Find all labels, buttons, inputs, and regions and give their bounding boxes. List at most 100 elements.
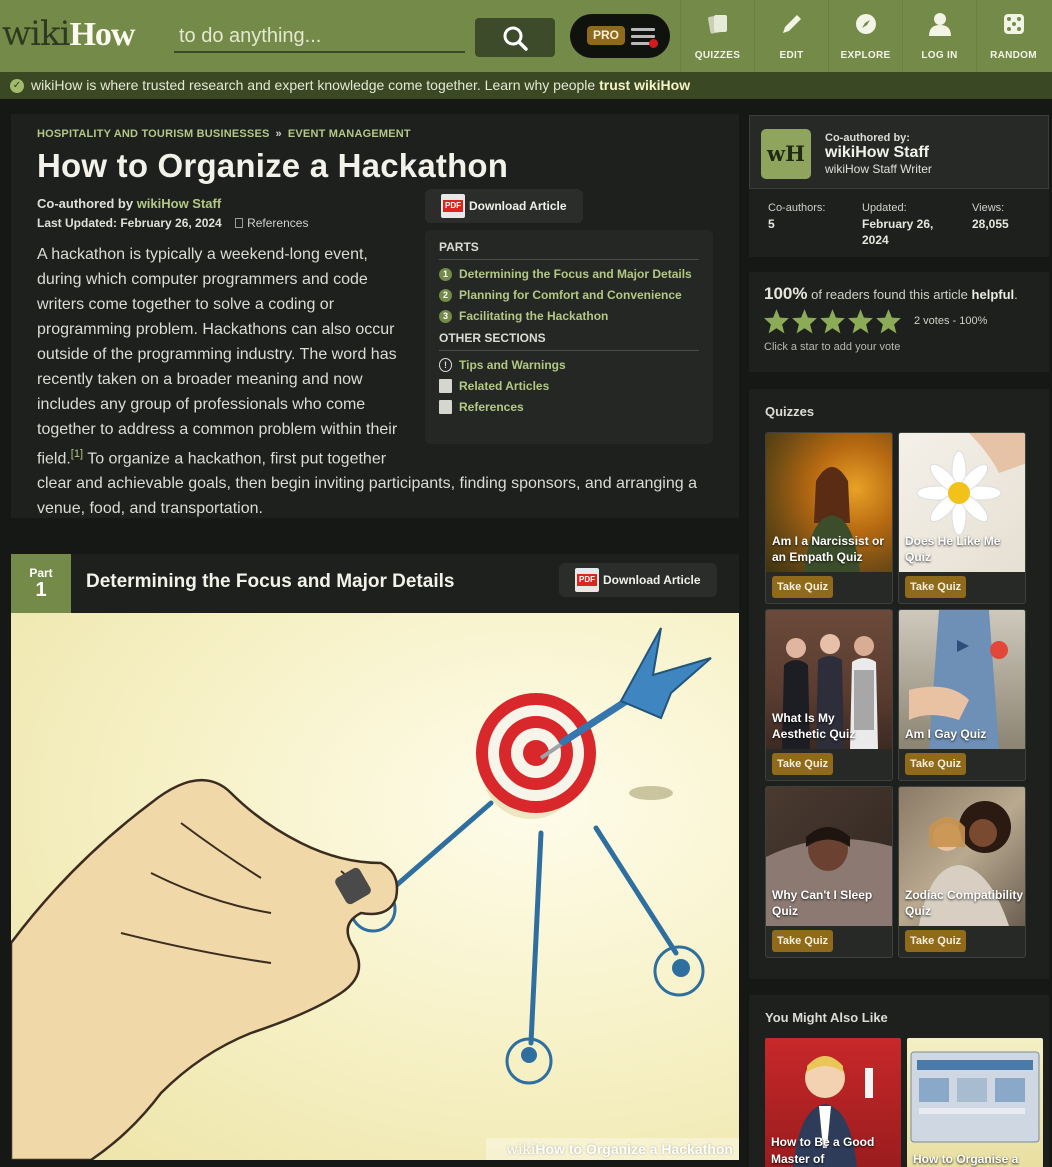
stat-value: 28,055 xyxy=(972,217,1009,231)
part-number: 1 xyxy=(35,579,47,601)
author-header[interactable]: wH Co-authored by: wikiHow Staff wikiHow… xyxy=(749,115,1049,189)
quiz-card[interactable]: Am I Gay Quiz Take Quiz xyxy=(898,609,1026,781)
take-quiz-button[interactable]: Take Quiz xyxy=(772,930,834,952)
take-quiz-button[interactable]: Take Quiz xyxy=(905,930,967,952)
breadcrumb-link-hospitality[interactable]: HOSPITALITY AND TOURISM BUSINESSES xyxy=(37,128,270,140)
article-title: How to Organize a Hackathon xyxy=(37,147,509,184)
helpful-text: of readers found this article xyxy=(811,287,968,302)
pdf-icon-label: PDF xyxy=(443,200,463,212)
nav-login[interactable]: LOG IN xyxy=(902,0,976,72)
wikihow-logo[interactable]: wikiHow xyxy=(2,14,135,54)
toc-related-articles[interactable]: Related Articles xyxy=(439,378,699,395)
star-icon[interactable] xyxy=(847,308,874,335)
toc-number-badge: 2 xyxy=(439,289,452,302)
watermark-title: to Organize a Hackathon xyxy=(564,1141,733,1157)
quiz-title: Am I Gay Quiz xyxy=(905,727,987,741)
nav-login-label: LOG IN xyxy=(921,50,958,61)
quiz-title: Does He Like Me Quiz xyxy=(905,534,1001,564)
logo-how-text: How xyxy=(69,16,135,53)
stat-views: Views: 28,055 xyxy=(972,200,1009,232)
watermark-wiki: wiki xyxy=(505,1142,536,1158)
trust-message: wikiHow is where trusted research and ex… xyxy=(31,77,596,93)
search-icon xyxy=(503,26,528,51)
toc-tips-warnings[interactable]: ! Tips and Warnings xyxy=(439,357,699,374)
dart-target-illustration xyxy=(11,627,712,1160)
last-updated-text: Last Updated: February 26, 2024 xyxy=(37,216,222,230)
breadcrumb-link-event-management[interactable]: EVENT MANAGEMENT xyxy=(288,128,411,140)
toc-part-3[interactable]: 3 Facilitating the Hackathon xyxy=(439,308,699,325)
intro-text-1: A hackathon is typically a weekend-long … xyxy=(37,246,398,468)
references-link[interactable]: References xyxy=(235,216,308,230)
nav-edit[interactable]: EDIT xyxy=(754,0,828,72)
related-article-title: How to Organise a xyxy=(913,1152,1019,1166)
intro-text-2: To organize a hackathon, first put toget… xyxy=(37,450,697,518)
toc-part-1[interactable]: 1 Determining the Focus and Major Details xyxy=(439,266,699,283)
quizzes-title: Quizzes xyxy=(765,404,815,419)
quiz-card[interactable]: Why Can't I Sleep Quiz Take Quiz xyxy=(765,786,893,958)
coauthor-link[interactable]: wikiHow Staff xyxy=(137,196,222,211)
toc-other-label: Related Articles xyxy=(459,379,550,393)
quiz-card[interactable]: Am I a Narcissist or an Empath Quiz Take… xyxy=(765,432,893,604)
pdf-icon: PDF xyxy=(575,568,599,592)
star-icon[interactable] xyxy=(875,308,902,335)
take-quiz-button[interactable]: Take Quiz xyxy=(772,753,834,775)
quiz-title: Why Can't I Sleep Quiz xyxy=(772,888,873,918)
nav-explore[interactable]: EXPLORE xyxy=(828,0,902,72)
star-icon[interactable] xyxy=(763,308,790,335)
quiz-title: Zodiac Compatibility Quiz xyxy=(905,888,1024,918)
nav-quizzes-label: QUIZZES xyxy=(694,50,741,61)
nav-quizzes[interactable]: QUIZZES xyxy=(680,0,754,72)
step-illustration[interactable]: wikiHow to Organize a Hackathon xyxy=(11,613,739,1160)
take-quiz-button[interactable]: Take Quiz xyxy=(905,576,967,598)
download-article-label: Download Article xyxy=(603,573,701,587)
quiz-card[interactable]: Zodiac Compatibility Quiz Take Quiz xyxy=(898,786,1026,958)
related-article-card[interactable]: How to Organise a xyxy=(907,1038,1043,1167)
pdf-icon: PDF xyxy=(441,194,465,218)
stat-value: February 26, 2024 xyxy=(862,217,934,247)
quiz-card[interactable]: What Is My Aesthetic Quiz Take Quiz xyxy=(765,609,893,781)
helpful-percent: 100% xyxy=(764,284,808,303)
part-title: Determining the Focus and Major Details xyxy=(86,571,455,592)
user-icon xyxy=(928,12,952,36)
stat-label: Views: xyxy=(972,202,1005,214)
take-quiz-button[interactable]: Take Quiz xyxy=(905,753,967,775)
toc-part-2[interactable]: 2 Planning for Comfort and Convenience xyxy=(439,287,699,304)
toc-part-label: Determining the Focus and Major Details xyxy=(459,267,692,281)
quizzes-icon xyxy=(707,12,729,36)
quiz-card[interactable]: Does He Like Me Quiz Take Quiz xyxy=(898,432,1026,604)
toc-references[interactable]: References xyxy=(439,399,699,416)
toc-other-heading: OTHER SECTIONS xyxy=(439,331,699,351)
nav-random[interactable]: RANDOM xyxy=(976,0,1050,72)
related-article-thumbnail xyxy=(907,1038,1043,1167)
search-input[interactable] xyxy=(174,22,465,53)
star-icon[interactable] xyxy=(819,308,846,335)
also-like-title: You Might Also Like xyxy=(765,1010,888,1025)
helpfulness-card: 100% of readers found this article helpf… xyxy=(749,272,1049,372)
checkmark-icon: ✓ xyxy=(10,79,24,93)
part-download-article-button[interactable]: PDF Download Article xyxy=(559,563,717,597)
toc-other-label: Tips and Warnings xyxy=(459,358,566,372)
rating-stars xyxy=(763,308,903,335)
trust-bar: ✓ wikiHow is where trusted research and … xyxy=(0,72,1052,99)
citation-link[interactable]: [1] xyxy=(71,448,83,460)
coauthor-prefix: Co-authored by xyxy=(37,196,134,211)
toc-part-label: Facilitating the Hackathon xyxy=(459,309,609,323)
watermark-how: How xyxy=(535,1141,565,1157)
logo-wiki-text: wiki xyxy=(2,14,70,54)
author-card: wH Co-authored by: wikiHow Staff wikiHow… xyxy=(749,115,1049,257)
document-icon xyxy=(235,218,244,228)
search-button[interactable] xyxy=(475,18,555,57)
helpful-summary: 100% of readers found this article helpf… xyxy=(764,284,1018,303)
last-updated: Last Updated: February 26, 2024 Referenc… xyxy=(37,216,308,230)
pro-menu-button[interactable]: PRO xyxy=(570,14,670,58)
download-article-button[interactable]: PDF Download Article xyxy=(425,189,583,223)
related-article-card[interactable]: How to Be a Good Master of xyxy=(765,1038,901,1167)
quiz-title: What Is My Aesthetic Quiz xyxy=(772,711,856,741)
star-icon[interactable] xyxy=(791,308,818,335)
table-of-contents: PARTS 1 Determining the Focus and Major D… xyxy=(425,230,713,444)
author-role: wikiHow Staff Writer xyxy=(825,162,932,176)
trust-link[interactable]: trust wikiHow xyxy=(599,77,690,93)
take-quiz-button[interactable]: Take Quiz xyxy=(772,576,834,598)
breadcrumb-separator: » xyxy=(275,128,282,140)
related-article-title: How to Be a Good Master of xyxy=(771,1135,875,1166)
